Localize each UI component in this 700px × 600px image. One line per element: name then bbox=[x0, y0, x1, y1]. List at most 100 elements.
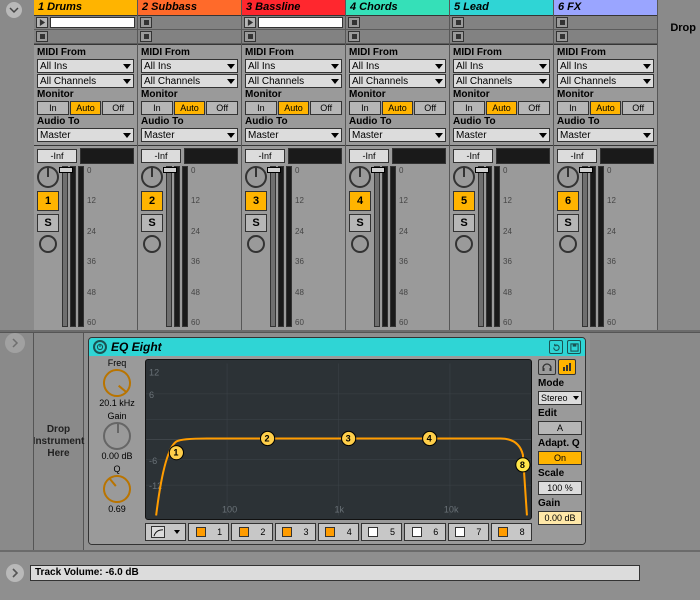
gain-knob[interactable] bbox=[103, 422, 131, 450]
track-header[interactable]: 1 Drums bbox=[34, 0, 137, 16]
clip-play-button[interactable] bbox=[244, 17, 256, 28]
pan-knob[interactable] bbox=[245, 166, 267, 188]
band-enable[interactable] bbox=[498, 527, 508, 537]
monitor-auto-button[interactable]: Auto bbox=[486, 101, 518, 115]
q-value[interactable]: 0.69 bbox=[108, 504, 126, 514]
monitor-off-button[interactable]: Off bbox=[414, 101, 446, 115]
clip-slot[interactable] bbox=[258, 17, 343, 28]
clip-stop-button[interactable] bbox=[348, 31, 360, 42]
monitor-off-button[interactable]: Off bbox=[102, 101, 134, 115]
monitor-off-button[interactable]: Off bbox=[206, 101, 238, 115]
mode-select[interactable]: Stereo bbox=[538, 391, 582, 405]
clip-slot[interactable] bbox=[570, 17, 655, 28]
device-save-button[interactable] bbox=[567, 340, 581, 354]
device-titlebar[interactable]: EQ Eight bbox=[89, 338, 585, 356]
midi-channel-select[interactable]: All Channels bbox=[557, 74, 654, 88]
volume-fader[interactable] bbox=[270, 166, 276, 327]
volume-fader[interactable] bbox=[582, 166, 588, 327]
midi-channel-select[interactable]: All Channels bbox=[37, 74, 134, 88]
solo-button[interactable]: S bbox=[141, 214, 163, 232]
audio-to-select[interactable]: Master bbox=[245, 128, 342, 142]
track-activator-button[interactable]: 4 bbox=[349, 191, 371, 211]
track-header[interactable]: 6 FX bbox=[554, 0, 657, 16]
device-collapse-toggle[interactable] bbox=[5, 333, 25, 353]
arm-button[interactable] bbox=[39, 235, 57, 253]
peak-level[interactable]: -Inf bbox=[557, 149, 597, 163]
peak-level[interactable]: -Inf bbox=[37, 149, 77, 163]
volume-fader[interactable] bbox=[166, 166, 172, 327]
clip-stop-button[interactable] bbox=[556, 31, 568, 42]
clip-stop-button[interactable] bbox=[452, 31, 464, 42]
clip-slot[interactable] bbox=[466, 17, 551, 28]
band-enable[interactable] bbox=[325, 527, 335, 537]
drop-files-area[interactable]: Drop bbox=[658, 0, 700, 330]
midi-from-select[interactable]: All Ins bbox=[141, 59, 238, 73]
clip-stop-button[interactable] bbox=[244, 31, 256, 42]
track-header[interactable]: 3 Bassline bbox=[242, 0, 345, 16]
track-activator-button[interactable]: 5 bbox=[453, 191, 475, 211]
monitor-auto-button[interactable]: Auto bbox=[590, 101, 622, 115]
monitor-in-button[interactable]: In bbox=[557, 101, 589, 115]
scale-value[interactable]: 100 % bbox=[538, 481, 582, 495]
solo-button[interactable]: S bbox=[245, 214, 267, 232]
solo-button[interactable]: S bbox=[37, 214, 59, 232]
outgain-value[interactable]: 0.00 dB bbox=[538, 511, 582, 525]
volume-fader[interactable] bbox=[478, 166, 484, 327]
expand-button[interactable] bbox=[558, 359, 576, 375]
track-activator-button[interactable]: 6 bbox=[557, 191, 579, 211]
audio-to-select[interactable]: Master bbox=[349, 128, 446, 142]
track-activator-button[interactable]: 3 bbox=[245, 191, 267, 211]
band-enable[interactable] bbox=[368, 527, 378, 537]
pan-knob[interactable] bbox=[349, 166, 371, 188]
status-collapse-toggle[interactable] bbox=[6, 564, 24, 582]
band-enable[interactable] bbox=[455, 527, 465, 537]
peak-level[interactable]: -Inf bbox=[349, 149, 389, 163]
edit-a-button[interactable]: A bbox=[538, 421, 582, 435]
audio-to-select[interactable]: Master bbox=[557, 128, 654, 142]
monitor-in-button[interactable]: In bbox=[349, 101, 381, 115]
clip-play-button[interactable] bbox=[36, 17, 48, 28]
gain-value[interactable]: 0.00 dB bbox=[101, 451, 132, 461]
monitor-in-button[interactable]: In bbox=[141, 101, 173, 115]
clip-stop-button[interactable] bbox=[348, 17, 360, 28]
device-power-button[interactable] bbox=[93, 340, 107, 354]
freq-knob[interactable] bbox=[97, 363, 136, 402]
arm-button[interactable] bbox=[143, 235, 161, 253]
clip-stop-button[interactable] bbox=[556, 17, 568, 28]
fader-handle[interactable] bbox=[59, 167, 73, 173]
track-header[interactable]: 2 Subbass bbox=[138, 0, 241, 16]
pan-knob[interactable] bbox=[453, 166, 475, 188]
track-activator-button[interactable]: 1 bbox=[37, 191, 59, 211]
clip-stop-button[interactable] bbox=[452, 17, 464, 28]
arm-button[interactable] bbox=[455, 235, 473, 253]
band-enable[interactable] bbox=[196, 527, 206, 537]
monitor-auto-button[interactable]: Auto bbox=[278, 101, 310, 115]
arm-button[interactable] bbox=[559, 235, 577, 253]
q-knob[interactable] bbox=[97, 469, 136, 508]
midi-from-select[interactable]: All Ins bbox=[245, 59, 342, 73]
midi-channel-select[interactable]: All Channels bbox=[349, 74, 446, 88]
pan-knob[interactable] bbox=[37, 166, 59, 188]
track-header[interactable]: 5 Lead bbox=[450, 0, 553, 16]
solo-button[interactable]: S bbox=[349, 214, 371, 232]
clip-stop-button[interactable] bbox=[140, 17, 152, 28]
midi-from-select[interactable]: All Ins bbox=[349, 59, 446, 73]
monitor-in-button[interactable]: In bbox=[245, 101, 277, 115]
clip-slot[interactable] bbox=[50, 17, 135, 28]
peak-level[interactable]: -Inf bbox=[453, 149, 493, 163]
clip-slot[interactable] bbox=[362, 17, 447, 28]
midi-channel-select[interactable]: All Channels bbox=[245, 74, 342, 88]
peak-level[interactable]: -Inf bbox=[245, 149, 285, 163]
band-shape-select[interactable] bbox=[151, 526, 165, 538]
midi-channel-select[interactable]: All Channels bbox=[141, 74, 238, 88]
audio-to-select[interactable]: Master bbox=[453, 128, 550, 142]
tracks-collapse-toggle[interactable] bbox=[6, 2, 22, 18]
audition-button[interactable] bbox=[538, 359, 556, 375]
freq-value[interactable]: 20.1 kHz bbox=[99, 398, 135, 408]
device-hotswap-button[interactable] bbox=[549, 340, 563, 354]
arm-button[interactable] bbox=[247, 235, 265, 253]
device-drop-area[interactable] bbox=[590, 333, 700, 550]
drop-instrument-area[interactable]: Drop Instrument Here bbox=[34, 333, 84, 550]
monitor-off-button[interactable]: Off bbox=[622, 101, 654, 115]
track-activator-button[interactable]: 2 bbox=[141, 191, 163, 211]
